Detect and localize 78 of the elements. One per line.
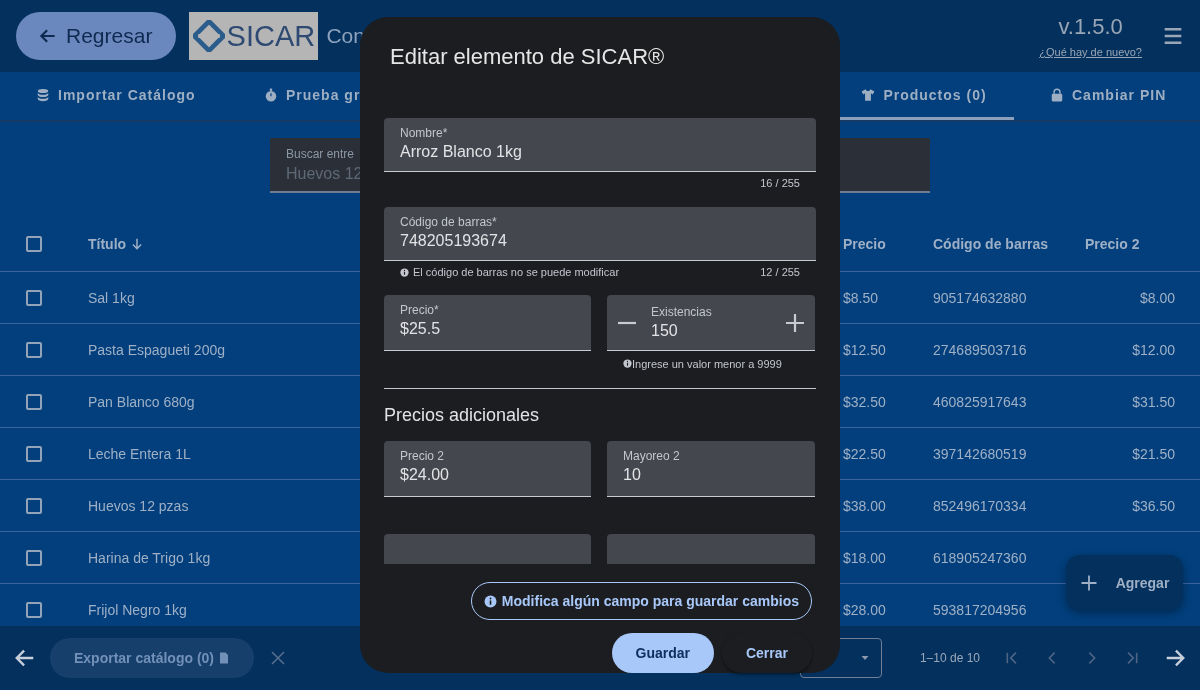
column-header[interactable]: Precio — [843, 235, 886, 252]
character-counter: 12 / 255 — [760, 265, 800, 278]
whats-new-link[interactable]: ¿Qué hay de nuevo? — [1039, 46, 1142, 58]
table-cell: 593817204956 — [933, 601, 1027, 618]
table-cell: 274689503716 — [933, 341, 1027, 358]
table-cell: 618905247360 — [933, 549, 1027, 566]
table-cell: 852496170334 — [933, 497, 1027, 514]
arrow-right-icon[interactable] — [1164, 647, 1186, 669]
info-icon — [483, 594, 497, 608]
page-range-label: 1–10 de 10 — [919, 651, 980, 665]
table-cell: 905174632880 — [933, 289, 1027, 306]
table-cell: $8.00 — [1139, 289, 1175, 306]
plus-icon — [1079, 573, 1098, 592]
table-cell: Huevos 12 pzas — [88, 497, 189, 514]
checkbox[interactable] — [26, 445, 42, 462]
table-cell: $31.50 — [1132, 393, 1175, 410]
add-button[interactable]: Agregar — [1066, 555, 1183, 610]
checkbox[interactable] — [26, 601, 42, 618]
number-field[interactable]: Existencias 150 — [607, 295, 815, 352]
table-cell: $8.50 — [843, 289, 879, 306]
table-cell: $12.50 — [843, 341, 886, 358]
info-icon — [623, 359, 632, 369]
table-cell: 460825917643 — [933, 393, 1027, 410]
checkbox[interactable] — [26, 341, 42, 358]
column-header[interactable]: Título — [88, 235, 127, 252]
info-message: Modifica algún campo para guardar cambios — [501, 593, 799, 610]
table-cell: $36.50 — [1132, 497, 1175, 514]
table-cell: $38.00 — [843, 497, 886, 514]
section-heading: Precios adicionales — [384, 404, 541, 428]
table-cell: $22.50 — [843, 445, 886, 462]
stopwatch-icon — [264, 87, 278, 102]
checkbox[interactable] — [26, 497, 42, 514]
checkbox[interactable] — [26, 393, 42, 410]
arrow-left-icon[interactable] — [14, 647, 36, 669]
version-label: v.1.5.0 — [1058, 14, 1123, 40]
checkbox[interactable] — [26, 235, 42, 252]
tab[interactable]: Prueba gr — [228, 72, 840, 120]
helper-text: El código de barras no se puede modificar — [400, 265, 620, 278]
table-cell: $12.00 — [1132, 341, 1175, 358]
text-field[interactable]: Precio 2 $24.00 — [384, 441, 591, 498]
shirt-icon — [861, 87, 876, 102]
text-field[interactable]: Mayoreo 2 10 — [607, 441, 815, 498]
text-field[interactable] — [384, 534, 591, 565]
table-cell: $18.00 — [843, 549, 886, 566]
logo-text: SICAR — [226, 19, 316, 53]
dialog-title: Editar elemento de SICAR® — [390, 44, 665, 70]
table-cell: Sal 1kg — [88, 289, 135, 306]
table-cell: Harina de Trigo 1kg — [88, 549, 211, 566]
text-field[interactable]: Nombre* Arroz Blanco 1kg — [384, 118, 816, 173]
file-icon — [218, 651, 231, 665]
diamond-logo-icon — [192, 20, 225, 52]
character-counter: 16 / 255 — [760, 177, 800, 190]
save-button[interactable]: Guardar — [611, 633, 714, 673]
table-cell: Leche Entera 1L — [88, 445, 191, 462]
column-header[interactable]: Precio 2 — [1085, 235, 1140, 252]
checkbox[interactable] — [26, 549, 42, 566]
table-cell: $32.50 — [843, 393, 886, 410]
table-cell: 397142680519 — [933, 445, 1027, 462]
close-icon[interactable] — [270, 650, 287, 666]
column-header[interactable]: Código de barras — [933, 235, 1049, 252]
lock-icon — [1050, 87, 1064, 102]
menu-icon[interactable] — [1162, 26, 1184, 46]
checkbox[interactable] — [26, 289, 42, 306]
back-button[interactable]: Regresar — [16, 12, 177, 60]
table-cell: $28.00 — [843, 601, 886, 618]
text-field[interactable] — [607, 534, 815, 565]
database-icon — [36, 87, 50, 102]
info-icon — [400, 267, 409, 277]
table-cell: Pasta Espagueti 200g — [88, 341, 225, 358]
tab[interactable]: Cambiar PIN — [1014, 72, 1200, 120]
table-cell: Pan Blanco 680g — [88, 393, 195, 410]
close-button[interactable]: Cerrar — [721, 633, 812, 673]
table-cell: Frijol Negro 1kg — [88, 601, 187, 618]
text-field[interactable]: Código de barras* 748205193674 — [384, 206, 816, 261]
text-field[interactable]: Precio* $25.5 — [384, 295, 591, 352]
table-cell: $21.50 — [1132, 445, 1175, 462]
helper-text: Ingrese un valor menor a 9999 — [623, 358, 782, 371]
tab[interactable]: Importar Catálogo — [0, 72, 228, 120]
